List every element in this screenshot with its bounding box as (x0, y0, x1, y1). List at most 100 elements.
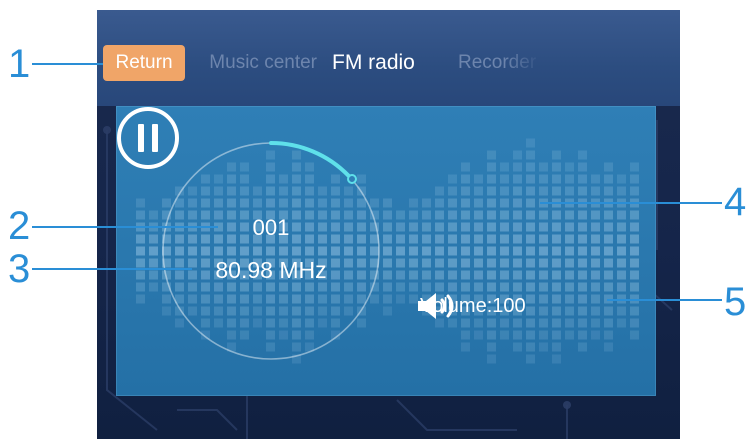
equalizer-cell (578, 342, 587, 352)
equalizer-cell (526, 294, 535, 304)
equalizer-cell (357, 234, 366, 244)
equalizer-cell (279, 330, 288, 340)
equalizer-cell (552, 270, 561, 280)
equalizer-cell (552, 186, 561, 196)
equalizer-cell (591, 258, 600, 268)
equalizer-cell (201, 246, 210, 256)
equalizer-cell (617, 270, 626, 280)
equalizer-cell (214, 186, 223, 196)
equalizer-cell (266, 198, 275, 208)
equalizer-cell (357, 210, 366, 220)
equalizer-cell (513, 234, 522, 244)
equalizer-cell (292, 246, 301, 256)
equalizer-cell (435, 186, 444, 196)
equalizer-cell (201, 306, 210, 316)
equalizer-cell (500, 186, 509, 196)
equalizer-cell (539, 318, 548, 328)
equalizer-cell (578, 162, 587, 172)
equalizer-cell (487, 186, 496, 196)
equalizer-cell (305, 306, 314, 316)
equalizer-cell (188, 198, 197, 208)
equalizer-cell (617, 282, 626, 292)
callout-2-line (32, 226, 218, 228)
equalizer-cell (474, 258, 483, 268)
equalizer-cell (435, 270, 444, 280)
equalizer-cell (136, 294, 145, 304)
equalizer-cell (136, 270, 145, 280)
equalizer-cell (435, 222, 444, 232)
equalizer-cell (201, 294, 210, 304)
equalizer-cell (344, 186, 353, 196)
equalizer-cell (539, 270, 548, 280)
equalizer-cell (526, 318, 535, 328)
equalizer-cell (396, 258, 405, 268)
equalizer-cell (227, 330, 236, 340)
equalizer-cell (474, 270, 483, 280)
equalizer-cell (318, 318, 327, 328)
equalizer-cell (500, 330, 509, 340)
equalizer-cell (487, 342, 496, 352)
equalizer-cell (292, 198, 301, 208)
equalizer-cell (604, 210, 613, 220)
equalizer-cell (552, 162, 561, 172)
equalizer-cell (617, 306, 626, 316)
equalizer-cell (292, 330, 301, 340)
equalizer-cell (383, 282, 392, 292)
equalizer-cell (539, 342, 548, 352)
tab-music-center[interactable]: Music center (194, 51, 317, 75)
equalizer-cell (162, 306, 171, 316)
equalizer-cell (617, 234, 626, 244)
equalizer-cell (253, 186, 262, 196)
equalizer-cell (253, 318, 262, 328)
equalizer-cell (526, 246, 535, 256)
equalizer-cell (474, 330, 483, 340)
equalizer-cell (513, 174, 522, 184)
callout-5-line (607, 299, 722, 301)
equalizer-cell (422, 234, 431, 244)
equalizer-cell (305, 330, 314, 340)
equalizer-cell (604, 330, 613, 340)
equalizer-cell (461, 186, 470, 196)
equalizer-cell (305, 318, 314, 328)
equalizer-cell (357, 198, 366, 208)
callout-5: 5 (724, 280, 747, 324)
pause-button[interactable] (116, 106, 180, 170)
equalizer-cell (591, 294, 600, 304)
equalizer-cell (149, 282, 158, 292)
equalizer-cell (617, 210, 626, 220)
equalizer-cell (630, 306, 639, 316)
equalizer-cell (578, 306, 587, 316)
equalizer-cell (266, 162, 275, 172)
equalizer-cell (565, 210, 574, 220)
equalizer-cell (500, 210, 509, 220)
equalizer-cell (552, 282, 561, 292)
equalizer-cell (448, 174, 457, 184)
equalizer-cell (513, 186, 522, 196)
equalizer-cell (487, 330, 496, 340)
return-button[interactable]: Return (103, 45, 185, 81)
tab-fm-radio[interactable]: FM radio (332, 51, 415, 75)
equalizer-cell (149, 258, 158, 268)
equalizer-cell (422, 246, 431, 256)
equalizer-cell (500, 234, 509, 244)
equalizer-cell (474, 198, 483, 208)
equalizer-cell (461, 270, 470, 280)
equalizer-cell (552, 246, 561, 256)
equalizer-cell (565, 282, 574, 292)
equalizer-cell (279, 186, 288, 196)
equalizer-cell (487, 258, 496, 268)
equalizer-cell (500, 222, 509, 232)
equalizer-cell (513, 246, 522, 256)
speaker-icon[interactable] (416, 291, 460, 321)
equalizer-cell (526, 222, 535, 232)
equalizer-cell (539, 306, 548, 316)
equalizer-cell (188, 306, 197, 316)
equalizer-cell (422, 270, 431, 280)
tab-recorder[interactable]: Recorder (458, 51, 542, 75)
equalizer-cell (149, 210, 158, 220)
equalizer-cell (604, 270, 613, 280)
equalizer-cell (331, 294, 340, 304)
equalizer-cell (539, 234, 548, 244)
equalizer-cell (565, 330, 574, 340)
equalizer-cell (565, 162, 574, 172)
